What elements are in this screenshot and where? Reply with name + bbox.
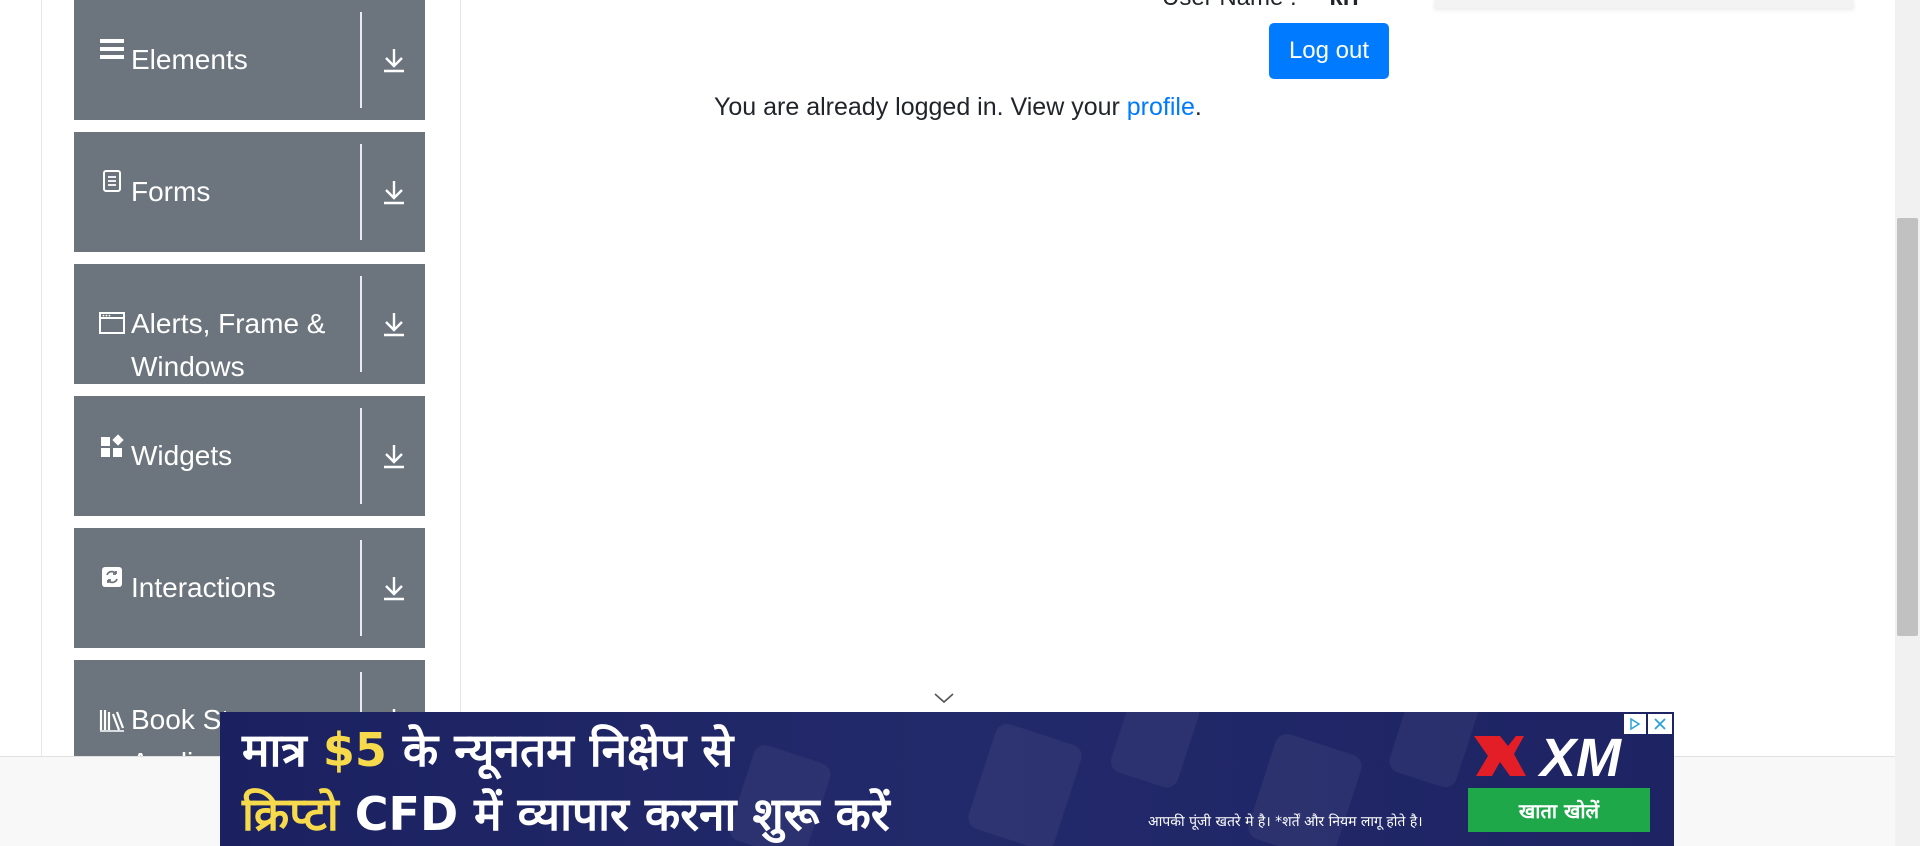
group-header[interactable]: Elements (74, 0, 362, 120)
ad-risk-disclaimer: आपकी पूंजी खतरे मे है। *शर्तें और नियम ल… (1148, 814, 1423, 830)
ad-headline-1-prefix: मात्र (242, 723, 323, 777)
adchoices-icon[interactable] (1624, 714, 1646, 734)
xm-logo-text: XM (1537, 728, 1622, 786)
user-name-row: User Name : kri (1162, 0, 1359, 12)
expand-button[interactable] (362, 396, 425, 516)
ad-headline-2: क्रिप्टो CFD में व्यापार करना शुरू करें (242, 782, 890, 844)
download-arrow-icon (383, 49, 404, 73)
ad-decoration (1107, 712, 1203, 791)
expand-button[interactable] (362, 528, 425, 648)
ad-headline-2-highlight: क्रिप्टो (242, 787, 339, 841)
ad-banner[interactable]: मात्र $5 के न्यूनतम निक्षेप से क्रिप्टो … (220, 712, 1674, 846)
hamburger-icon (99, 38, 125, 60)
ad-decoration (965, 720, 1085, 846)
page: Elements Forms Alerts, Frame & Windows W… (0, 0, 1920, 846)
group-label: Elements (131, 44, 248, 75)
group-label: Forms (131, 176, 211, 207)
group-header[interactable]: Interactions (74, 528, 362, 648)
ad-headline-2-suffix: CFD में व्यापार करना शुरू करें (338, 787, 890, 841)
chevron-down-icon[interactable] (932, 690, 956, 706)
logout-button[interactable]: Log out (1269, 23, 1389, 79)
sidebar-group-interactions[interactable]: Interactions (74, 528, 425, 648)
window-icon (99, 312, 125, 334)
open-account-button[interactable]: खाता खोलें (1468, 788, 1650, 832)
scrollbar-thumb[interactable] (1897, 218, 1918, 636)
group-label: Interactions (131, 572, 276, 603)
logged-in-message: You are already logged in. View your pro… (714, 93, 1202, 122)
expand-button[interactable] (362, 0, 425, 120)
ad-headline-1: मात्र $5 के न्यूनतम निक्षेप से (242, 718, 733, 780)
expand-button[interactable] (362, 264, 425, 384)
left-column-border (41, 0, 42, 756)
download-arrow-icon (383, 445, 404, 469)
group-header[interactable]: Widgets (74, 396, 362, 516)
ad-headline-1-suffix: के न्यूनतम निक्षेप से (386, 723, 734, 777)
xm-logo: XM (1470, 726, 1650, 788)
download-arrow-icon (383, 577, 404, 601)
interactions-icon (99, 566, 125, 588)
download-arrow-icon (383, 313, 404, 337)
profile-link[interactable]: profile (1127, 93, 1195, 121)
user-name-label: User Name : (1162, 0, 1297, 11)
books-icon (99, 708, 125, 732)
logged-in-text: You are already logged in. View your (714, 93, 1127, 121)
widgets-icon (99, 434, 125, 458)
sidebar-group-alerts[interactable]: Alerts, Frame & Windows (74, 264, 425, 384)
sidebar-group-elements[interactable]: Elements (74, 0, 425, 120)
sidebar-group-forms[interactable]: Forms (74, 132, 425, 252)
group-header[interactable]: Forms (74, 132, 362, 252)
group-label: Alerts, Frame & Windows (131, 308, 326, 382)
document-icon (99, 170, 125, 192)
group-header[interactable]: Alerts, Frame & Windows (74, 264, 362, 384)
top-ad-strip (1434, 0, 1854, 8)
ad-headline-1-amount: $5 (322, 723, 387, 777)
logged-in-suffix: . (1194, 93, 1202, 121)
download-arrow-icon (383, 181, 404, 205)
main-column-border (460, 0, 461, 756)
group-label: Widgets (131, 440, 233, 471)
expand-button[interactable] (362, 132, 425, 252)
user-name-value: kri (1329, 0, 1358, 11)
sidebar-group-widgets[interactable]: Widgets (74, 396, 425, 516)
close-icon[interactable] (1648, 714, 1672, 734)
